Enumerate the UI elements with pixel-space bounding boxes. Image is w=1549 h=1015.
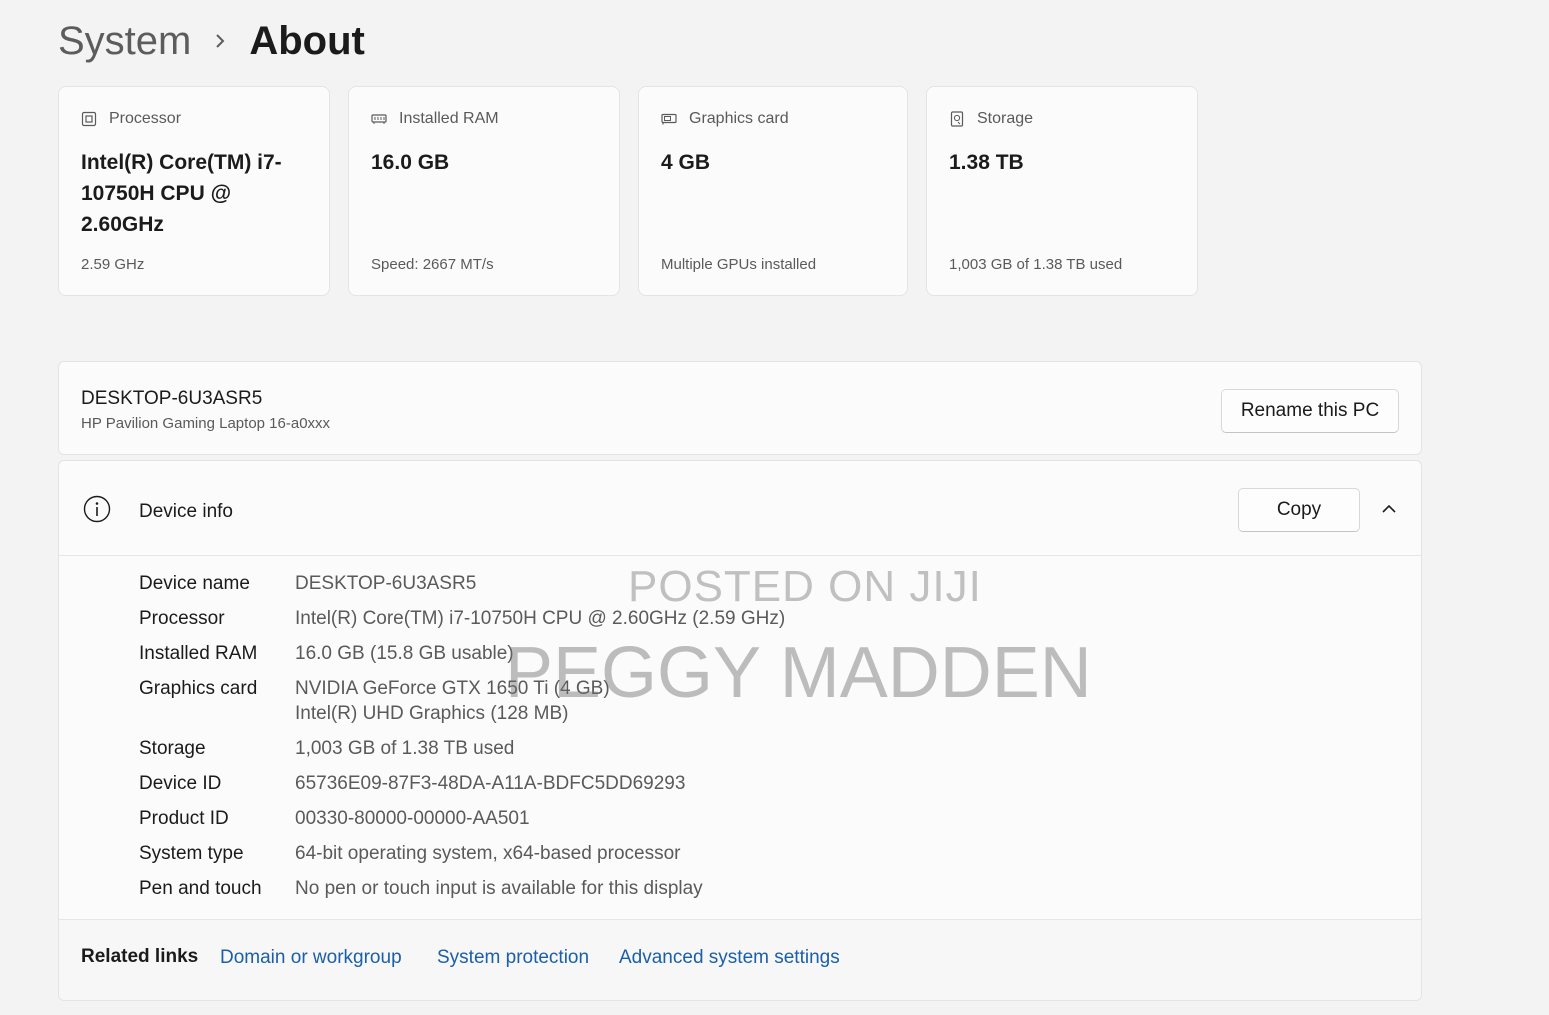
info-value-multi: NVIDIA GeForce GTX 1650 Ti (4 GB) Intel(R… xyxy=(295,676,610,726)
spec-value: 16.0 GB xyxy=(371,151,450,174)
spec-sub: 1,003 GB of 1.38 TB used xyxy=(949,256,1123,273)
system-protection-link[interactable]: System protection xyxy=(437,947,589,969)
ram-icon xyxy=(371,114,387,124)
info-value: Intel(R) Core(TM) i7-10750H CPU @ 2.60GH… xyxy=(295,608,786,629)
breadcrumb-system[interactable]: System xyxy=(58,14,191,68)
spec-value: Intel(R) Core(TM) i7-10750H CPU @ 2.60GH… xyxy=(81,151,282,236)
spec-sub: Multiple GPUs installed xyxy=(661,256,817,273)
pc-name: DESKTOP-6U3ASR5 xyxy=(81,388,263,409)
pc-name-panel: DESKTOP-6U3ASR5 HP Pavilion Gaming Lapto… xyxy=(58,361,1422,455)
spec-label: Processor xyxy=(109,110,182,127)
info-value: No pen or touch input is available for t… xyxy=(295,878,703,899)
info-value: 16.0 GB (15.8 GB usable) xyxy=(295,643,514,664)
advanced-system-settings-link[interactable]: Advanced system settings xyxy=(619,947,840,969)
info-row: Device ID 65736E09-87F3-48DA-A11A-BDFC5DD… xyxy=(139,771,785,796)
info-key: Processor xyxy=(139,608,225,629)
storage-icon xyxy=(950,111,964,127)
info-key: Product ID xyxy=(139,808,229,829)
rename-pc-button[interactable]: Rename this PC xyxy=(1221,389,1399,433)
info-icon xyxy=(83,495,111,523)
info-row: Pen and touch No pen or touch input is av… xyxy=(139,876,785,901)
spec-card-graphics: Graphics card 4 GB Multiple GPUs install… xyxy=(638,86,908,296)
info-row: Device name DESKTOP-6U3ASR5 xyxy=(139,571,785,596)
spec-card-storage: Storage 1.38 TB 1,003 GB of 1.38 TB used xyxy=(926,86,1198,296)
info-row: Processor Intel(R) Core(TM) i7-10750H CPU… xyxy=(139,606,785,631)
chevron-right-icon xyxy=(216,34,225,48)
related-links: Related links Domain or workgroup System… xyxy=(59,919,1421,1000)
device-info-panel: Device info Copy Device name DESKTOP-6U3A… xyxy=(58,460,1422,1001)
page-title: About xyxy=(249,19,365,63)
info-value: NVIDIA GeForce GTX 1650 Ti (4 GB) xyxy=(295,678,610,699)
spec-label: Installed RAM xyxy=(399,110,499,127)
related-links-label: Related links xyxy=(81,946,199,967)
chevron-up-icon[interactable] xyxy=(1379,501,1399,515)
info-value: DESKTOP-6U3ASR5 xyxy=(295,573,477,594)
spec-value: 1.38 TB xyxy=(949,151,1024,174)
info-key: Storage xyxy=(139,738,206,759)
info-row: Installed RAM 16.0 GB (15.8 GB usable) xyxy=(139,641,785,666)
info-key: Device ID xyxy=(139,773,222,794)
info-value: 1,003 GB of 1.38 TB used xyxy=(295,738,515,759)
info-value: 65736E09-87F3-48DA-A11A-BDFC5DD69293 xyxy=(295,773,686,794)
device-info-list: Device name DESKTOP-6U3ASR5 Processor Inte… xyxy=(139,571,785,911)
breadcrumb: System About xyxy=(58,14,365,68)
pc-model: HP Pavilion Gaming Laptop 16-a0xxx xyxy=(81,415,331,432)
info-row: System type 64-bit operating system, x64-… xyxy=(139,841,785,866)
info-value: 64-bit operating system, x64-based proce… xyxy=(295,843,681,864)
spec-value: 4 GB xyxy=(661,151,711,174)
spec-card-ram: Installed RAM 16.0 GB Speed: 2667 MT/s xyxy=(348,86,620,296)
info-value: 00330-80000-00000-AA501 xyxy=(295,808,530,829)
spec-label: Storage xyxy=(977,110,1034,127)
info-key: Device name xyxy=(139,573,250,594)
processor-icon xyxy=(81,111,97,127)
spec-sub: Speed: 2667 MT/s xyxy=(371,256,494,273)
info-value-2: Intel(R) UHD Graphics (128 MB) xyxy=(295,703,569,724)
spec-card-processor: Processor Intel(R) Core(TM) i7-10750H CP… xyxy=(58,86,330,296)
info-row: Storage 1,003 GB of 1.38 TB used xyxy=(139,736,785,761)
copy-button[interactable]: Copy xyxy=(1238,488,1360,532)
domain-workgroup-link[interactable]: Domain or workgroup xyxy=(220,947,402,969)
info-row: Graphics card NVIDIA GeForce GTX 1650 Ti … xyxy=(139,676,785,726)
graphics-card-icon xyxy=(661,113,677,125)
info-key: Pen and touch xyxy=(139,878,262,899)
spec-label: Graphics card xyxy=(689,110,789,127)
device-info-header[interactable]: Device info Copy xyxy=(59,461,1421,556)
info-key: System type xyxy=(139,843,244,864)
spec-sub: 2.59 GHz xyxy=(81,256,145,273)
device-info-title: Device info xyxy=(139,501,233,522)
info-row: Product ID 00330-80000-00000-AA501 xyxy=(139,806,785,831)
info-key: Installed RAM xyxy=(139,643,258,664)
info-key: Graphics card xyxy=(139,678,258,699)
